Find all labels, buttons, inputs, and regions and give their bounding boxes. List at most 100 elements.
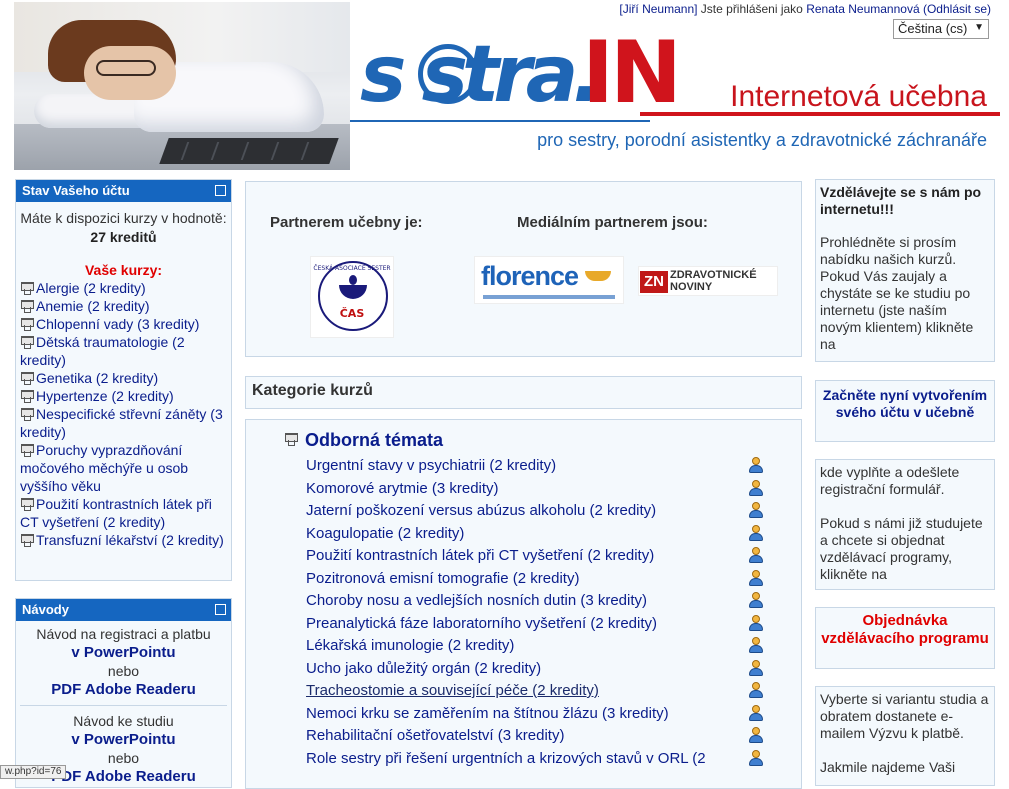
course-link[interactable]: Anemie (2 kredity) [36,298,150,314]
logged-as-text: Jste přihlášeni jako [700,2,803,16]
teacher-icon[interactable] [748,637,764,654]
credits-value: 27 kreditů [90,229,157,245]
table-row: Preanalytická fáze laboratorního vyšetře… [306,614,786,637]
teacher-icon[interactable] [748,479,764,497]
account-status-title: Stav Vašeho účtu [22,183,130,198]
list-item: Alergie (2 kredity) [20,279,227,297]
header-divider-blue [350,120,650,122]
already-studying-text: Pokud s námi již studujete a chcete si o… [820,515,983,582]
once-found-text: Jakmile najdeme Vaši [820,759,956,775]
zn-abbr: ZN [640,271,668,293]
logout-link[interactable]: (Odhlásit se) [923,2,991,16]
fill-form-text: kde vyplňte a odešlete registrační formu… [820,464,960,497]
teacher-icon[interactable] [748,502,764,519]
guides-block: Návody Návod na registraci a platbu v Po… [15,598,232,788]
teacher-icon[interactable] [748,659,764,677]
course-link[interactable]: Nemoci krku se zaměřením na štítnou žláz… [306,705,669,722]
course-category-list: Odborná témata Urgentní stavy v psychiat… [245,419,802,789]
florence-logo[interactable]: florence [474,256,624,304]
teacher-icon[interactable] [748,524,764,542]
course-link[interactable]: Komorové arytmie (3 kredity) [306,480,499,497]
site-logo[interactable]: s stra. IN [360,30,682,130]
category-title[interactable]: Odborná témata [284,430,443,451]
table-row: Rehabilitační ošetřovatelství (3 kredity… [306,726,786,749]
intro-text: Prohlédněte si prosím nabídku našich kur… [820,234,974,352]
course-link[interactable]: Nespecifické střevní záněty (3 kredity) [20,406,223,440]
zdravotnicke-noviny-logo[interactable]: ZN ZDRAVOTNICKÉ NOVINY [638,266,778,296]
teacher-icon[interactable] [748,749,764,767]
site-subtitle: pro sestry, porodní asistentky a zdravot… [537,130,987,150]
teacher-icon[interactable] [748,457,764,474]
teacher-icon[interactable] [748,682,764,699]
registration-pdf-link[interactable]: PDF Adobe Readeru [51,681,195,698]
teacher-icon[interactable] [748,704,764,722]
choose-variant-text: Vyberte si variantu studia a obratem dos… [820,691,989,741]
create-account-block: Začněte nyní vytvořením svého účtu v uče… [815,380,995,442]
table-row: Koagulopatie (2 kredity) [306,524,786,547]
available-credits-text: Máte k dispozici kurzy v hodnotě: [20,210,227,226]
course-icon [20,443,34,457]
order-block: Objednávka vzdělávacího programu [815,607,995,669]
course-link[interactable]: Chlopenní vady (3 kredity) [36,316,199,332]
registration-ppt-link[interactable]: v PowerPointu [71,644,175,661]
course-link[interactable]: Transfuzní lékařství (2 kredity) [36,532,224,548]
teacher-icon[interactable] [748,614,764,632]
course-link[interactable]: Rehabilitační ošetřovatelství (3 kredity… [306,727,564,744]
real-user-link[interactable]: [Jiří Neumann] [619,2,697,16]
course-link[interactable]: Lékařská imunologie (2 kredity) [306,637,514,654]
table-row: Použití kontrastních látek při CT vyšetř… [306,546,786,569]
partners-block: Partnerem učebny je: Mediálním partnerem… [245,181,802,357]
course-link[interactable]: Použití kontrastních látek při CT vyšetř… [20,496,212,530]
logo-text: s stra. [360,30,602,120]
course-link[interactable]: Pozitronová emisní tomografie (2 kredity… [306,570,579,587]
current-user-link[interactable]: Renata Neumannová [806,2,919,16]
course-link[interactable]: Tracheostomie a související péče (2 kred… [306,682,599,699]
course-link[interactable]: Dětská traumatologie (2 kredity) [20,334,185,368]
course-link[interactable]: Ucho jako důležitý orgán (2 kredity) [306,660,541,677]
table-row: Nemoci krku se zaměřením na štítnou žláz… [306,704,786,727]
table-row: Lékařská imunologie (2 kredity) [306,636,786,659]
cas-logo[interactable]: ČESKÁ ASOCIACE SESTER ČAS [310,256,394,338]
teacher-icon[interactable] [748,547,764,564]
table-row: Pozitronová emisní tomografie (2 kredity… [306,569,786,592]
teacher-icon[interactable] [748,727,764,744]
course-link[interactable]: Choroby nosu a vedlejších nosních dutin … [306,592,647,609]
course-link[interactable]: Hypertenze (2 kredity) [36,388,174,404]
course-link[interactable]: Preanalytická fáze laboratorního vyšetře… [306,615,657,632]
course-link[interactable]: Role sestry při řešení urgentních a kriz… [306,750,706,767]
collapse-icon[interactable] [215,604,226,615]
account-status-block: Stav Vašeho účtu Máte k dispozici kurzy … [15,179,232,581]
course-link[interactable]: Použití kontrastních látek při CT vyšetř… [306,547,654,564]
my-courses-list: Alergie (2 kredity) Anemie (2 kredity) C… [20,279,227,549]
list-item: Chlopenní vady (3 kredity) [20,315,227,333]
course-icon [20,407,34,421]
category-name: Odborná témata [305,430,444,450]
your-courses-label: Vaše kurzy: [84,262,163,278]
table-row: Komorové arytmie (3 kredity) [306,479,786,502]
intro-block: Vzdělávejte se s nám po internetu!!! Pro… [815,179,995,362]
logo-e-ring [418,44,478,104]
course-link[interactable]: Jaterní poškození versus abúzus alkoholu… [306,502,656,519]
course-link[interactable]: Koagulopatie (2 kredity) [306,525,464,542]
or-text: nebo [107,663,140,679]
list-item: Anemie (2 kredity) [20,297,227,315]
table-row: Jaterní poškození versus abúzus alkoholu… [306,501,786,524]
order-program-link[interactable]: Objednávka vzdělávacího programu [821,612,989,647]
course-link[interactable]: Alergie (2 kredity) [36,280,146,296]
list-item: Poruchy vyprazdňování močového měchýře u… [20,441,227,495]
logo-in: IN [582,23,682,123]
collapse-icon[interactable] [215,185,226,196]
language-select[interactable]: Čeština (cs) ▼ [893,19,989,39]
teacher-icon[interactable] [748,569,764,587]
study-guide-text: Návod ke studiu [73,713,174,729]
teacher-icon[interactable] [748,592,764,609]
table-row: Role sestry při řešení urgentních a kriz… [306,749,786,772]
site-title: Internetová učebna [730,80,987,113]
course-link[interactable]: Poruchy vyprazdňování močového měchýře u… [20,442,188,494]
list-item: Nespecifické střevní záněty (3 kredity) [20,405,227,441]
course-link[interactable]: Genetika (2 kredity) [36,370,158,386]
course-link[interactable]: Urgentní stavy v psychiatrii (2 kredity) [306,457,556,474]
create-account-link[interactable]: Začněte nyní vytvořením svého účtu v uče… [823,387,987,420]
course-categories-heading: Kategorie kurzů [245,376,802,409]
study-ppt-link[interactable]: v PowerPointu [71,731,175,748]
